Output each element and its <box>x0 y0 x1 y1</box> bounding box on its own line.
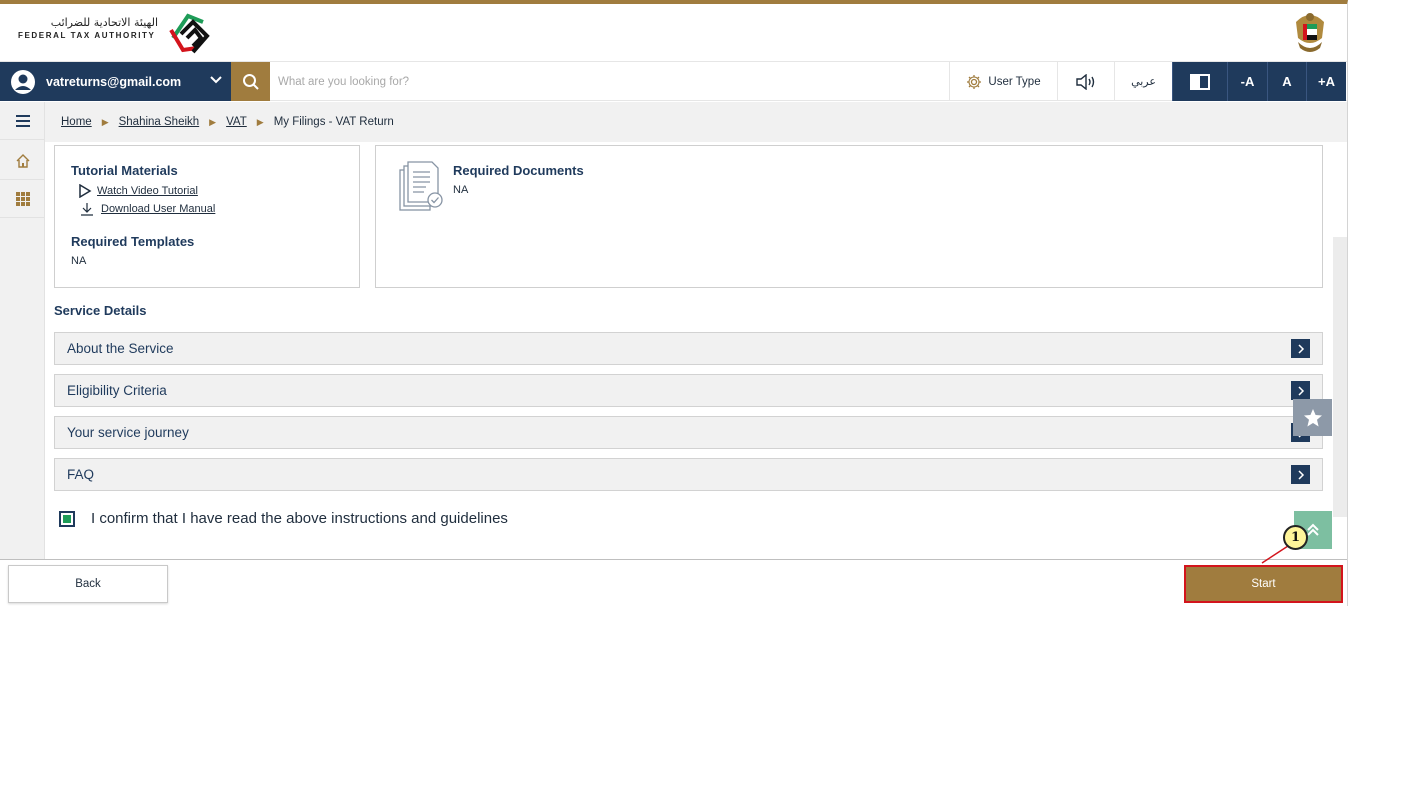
contrast-icon <box>1190 73 1210 90</box>
search-icon <box>242 73 259 90</box>
side-menu-strip <box>0 102 45 559</box>
site-header: الهيئة الاتحادية للضرائب FEDERAL TAX AUT… <box>0 4 1347 61</box>
hamburger-icon <box>15 114 30 127</box>
required-templates-value: NA <box>71 255 87 267</box>
confirm-label: I confirm that I have read the above ins… <box>91 510 508 527</box>
download-manual-label: Download User Manual <box>101 203 216 215</box>
content-scrollbar[interactable] <box>1333 237 1347 517</box>
language-toggle-button[interactable]: عربي <box>1114 62 1172 101</box>
tutorial-materials-panel: Tutorial Materials Watch Video Tutorial … <box>54 145 360 288</box>
text-to-speech-button[interactable] <box>1057 62 1114 101</box>
required-documents-value: NA <box>453 184 469 196</box>
chevron-right-icon <box>1291 339 1310 358</box>
search-button[interactable] <box>231 62 270 101</box>
user-avatar-icon <box>11 69 35 94</box>
user-type-button[interactable]: User Type <box>949 62 1057 101</box>
start-button[interactable]: Start <box>1184 565 1343 603</box>
breadcrumb-vat-link[interactable]: VAT <box>226 116 247 128</box>
grid-icon <box>15 191 30 206</box>
favorite-button[interactable] <box>1293 399 1332 436</box>
play-icon <box>79 184 92 198</box>
accordion-label: Eligibility Criteria <box>67 383 167 398</box>
side-apps-button[interactable] <box>0 180 45 218</box>
required-documents-heading: Required Documents <box>453 163 584 178</box>
watch-video-link[interactable]: Watch Video Tutorial <box>71 184 343 198</box>
accordion-service-journey[interactable]: Your service journey <box>54 416 1323 449</box>
download-manual-link[interactable]: Download User Manual <box>71 202 343 216</box>
star-icon <box>1303 408 1322 426</box>
tutorial-heading: Tutorial Materials <box>71 163 178 178</box>
required-templates-heading: Required Templates <box>71 234 195 249</box>
gear-icon <box>967 74 982 89</box>
chevron-right-icon <box>1291 381 1310 400</box>
contrast-toggle-button[interactable] <box>1172 62 1227 101</box>
chevron-right-icon <box>1291 465 1310 484</box>
action-footer: Back Start <box>0 559 1347 606</box>
side-home-button[interactable] <box>0 142 45 180</box>
font-reset-button[interactable]: A <box>1267 62 1306 101</box>
user-type-label: User Type <box>988 75 1041 88</box>
accordion-faq[interactable]: FAQ <box>54 458 1323 491</box>
accordion-eligibility-criteria[interactable]: Eligibility Criteria <box>54 374 1323 407</box>
checkmark-fill-icon <box>63 514 71 523</box>
user-account-menu[interactable]: vatreturns@gmail.com <box>0 62 231 101</box>
accordion-label: Your service journey <box>67 425 189 440</box>
back-button[interactable]: Back <box>8 565 168 603</box>
search-input[interactable] <box>278 70 918 94</box>
fta-logo-icon <box>169 13 210 54</box>
page-frame: الهيئة الاتحادية للضرائب FEDERAL TAX AUT… <box>0 0 1348 606</box>
font-increase-button[interactable]: +A <box>1306 62 1346 101</box>
documents-icon <box>399 161 443 211</box>
font-decrease-button[interactable]: -A <box>1227 62 1267 101</box>
breadcrumb: Home ▶ Shahina Sheikh ▶ VAT ▶ My Filings… <box>45 102 1347 142</box>
watch-video-label: Watch Video Tutorial <box>97 185 198 197</box>
speaker-icon <box>1076 73 1095 90</box>
download-icon <box>81 203 93 216</box>
service-details-title: Service Details <box>54 303 147 318</box>
uae-emblem-icon <box>1296 13 1324 52</box>
accordion-label: FAQ <box>67 467 95 482</box>
breadcrumb-separator-icon: ▶ <box>101 116 109 127</box>
user-email-label: vatreturns@gmail.com <box>46 74 182 89</box>
fta-logo-text[interactable]: الهيئة الاتحادية للضرائب FEDERAL TAX AUT… <box>18 16 158 40</box>
hamburger-menu-button[interactable] <box>0 102 45 140</box>
logo-arabic-text: الهيئة الاتحادية للضرائب <box>50 16 158 29</box>
top-navigation-bar: vatreturns@gmail.com User Type <box>0 61 1347 101</box>
callout-number-badge: 1 <box>1283 525 1308 550</box>
confirmation-row: I confirm that I have read the above ins… <box>59 510 508 527</box>
breadcrumb-current-page: My Filings - VAT Return <box>273 116 394 128</box>
confirm-checkbox[interactable] <box>59 510 75 527</box>
required-documents-panel: Required Documents NA <box>375 145 1323 288</box>
main-content: Tutorial Materials Watch Video Tutorial … <box>45 142 1347 559</box>
breadcrumb-separator-icon: ▶ <box>209 116 217 127</box>
breadcrumb-profile-link[interactable]: Shahina Sheikh <box>119 116 200 128</box>
accordion-label: About the Service <box>67 341 174 356</box>
chevron-down-icon <box>210 76 222 84</box>
logo-english-text: FEDERAL TAX AUTHORITY <box>18 31 156 40</box>
accordion-about-service[interactable]: About the Service <box>54 332 1323 365</box>
breadcrumb-separator-icon: ▶ <box>256 116 264 127</box>
breadcrumb-home-link[interactable]: Home <box>61 116 92 128</box>
home-icon <box>16 153 29 168</box>
